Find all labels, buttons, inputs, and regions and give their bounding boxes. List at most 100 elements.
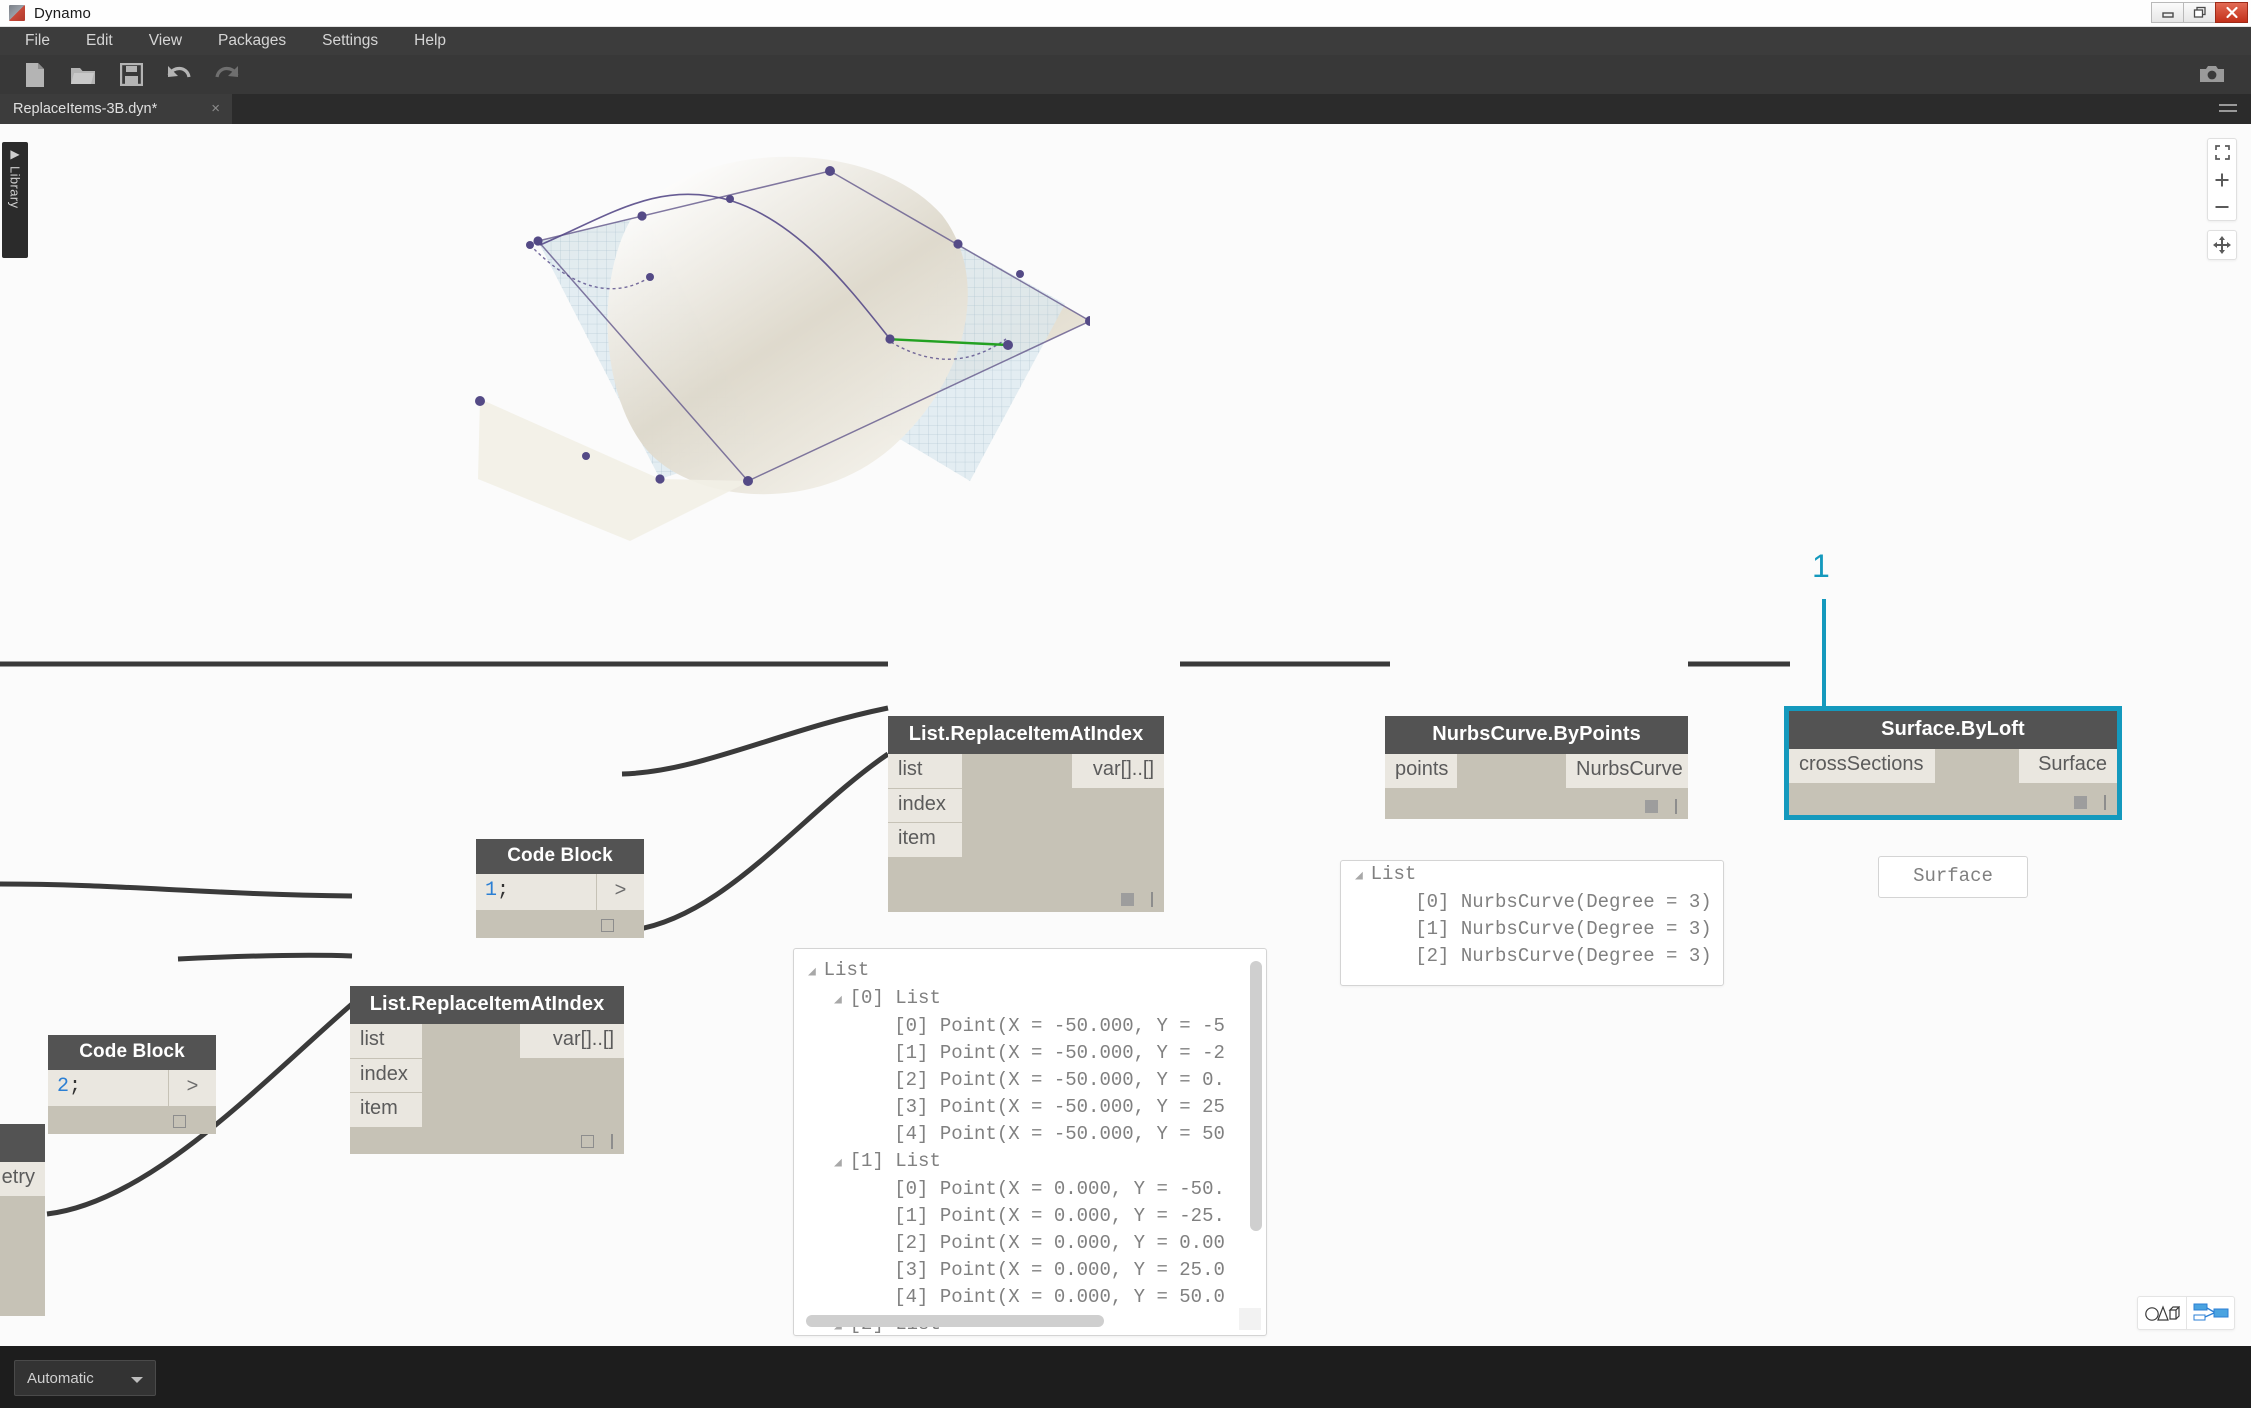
preview-line: ◢ [1] List bbox=[794, 1148, 1266, 1176]
input-port-list[interactable]: list bbox=[350, 1024, 422, 1059]
open-folder-icon[interactable] bbox=[68, 60, 98, 90]
preview-line: ◢ [0] List bbox=[794, 985, 1266, 1013]
menu-bar: File Edit View Packages Settings Help bbox=[0, 27, 2251, 55]
code-semicolon: ; bbox=[69, 1075, 82, 1098]
preview-line-text: List bbox=[1370, 863, 1417, 885]
preview-line: [2] Point(X = -50.000, Y = 0. bbox=[794, 1067, 1266, 1094]
node-code-block-1[interactable]: Code Block 1; > bbox=[476, 839, 644, 938]
preview-line-text: [0] NurbsCurve(Degree = 3) bbox=[1415, 891, 1712, 913]
menu-view[interactable]: View bbox=[136, 29, 195, 53]
input-port-index[interactable]: index bbox=[888, 788, 962, 824]
node-header: NurbsCurve.ByPoints bbox=[1385, 716, 1688, 754]
resize-handle-icon[interactable] bbox=[2104, 794, 2106, 810]
preview-line: [1] Point(X = 0.000, Y = -25. bbox=[794, 1203, 1266, 1230]
code-literal: 1 bbox=[485, 879, 498, 902]
preview-line-text: [4] Point(X = -50.000, Y = 50 bbox=[894, 1123, 1225, 1145]
node-surface-byloft[interactable]: Surface.ByLoft crossSections Surface bbox=[1784, 706, 2122, 820]
main-toolbar bbox=[0, 55, 2251, 94]
dynamo-logo-icon bbox=[9, 5, 25, 21]
node-footer bbox=[476, 910, 644, 938]
preview-line-text: [4] Point(X = 0.000, Y = 50.0 bbox=[894, 1286, 1225, 1308]
output-port-var[interactable]: var[]..[] bbox=[520, 1024, 624, 1059]
node-list-replace-item-at-index-top[interactable]: List.ReplaceItemAtIndex list index item … bbox=[888, 716, 1164, 912]
output-port-0[interactable]: > bbox=[168, 1070, 216, 1106]
resize-handle-icon[interactable] bbox=[1675, 798, 1677, 814]
tab-label: ReplaceItems-3B.dyn* bbox=[13, 101, 158, 117]
input-port-crosssections[interactable]: crossSections bbox=[1789, 749, 1935, 783]
minimize-button[interactable] bbox=[2151, 2, 2184, 23]
node-footer bbox=[350, 1128, 624, 1154]
output-port-geometry[interactable]: etry bbox=[0, 1162, 45, 1196]
node-footer bbox=[48, 1106, 216, 1134]
node-nurbscurve-bypoints[interactable]: NurbsCurve.ByPoints points NurbsCurve bbox=[1385, 716, 1688, 819]
collapse-triangle-icon[interactable]: ◢ bbox=[808, 964, 824, 979]
run-mode-dropdown[interactable]: Automatic bbox=[14, 1360, 156, 1396]
close-button[interactable] bbox=[2215, 2, 2248, 23]
node-header bbox=[0, 1124, 45, 1162]
output-port-surface[interactable]: Surface bbox=[2019, 749, 2117, 783]
preview-line-text: [1] Point(X = -50.000, Y = -2 bbox=[894, 1042, 1225, 1064]
graph-canvas[interactable]: ▶ Library etry Code Block 2; > List.Repl… bbox=[0, 124, 2251, 1346]
undo-icon[interactable] bbox=[164, 60, 194, 90]
menu-packages[interactable]: Packages bbox=[205, 29, 299, 53]
preview-toggle-icon[interactable] bbox=[2074, 795, 2087, 809]
menu-settings[interactable]: Settings bbox=[309, 29, 391, 53]
node-body: list index item var[]..[] bbox=[350, 1024, 624, 1154]
title-bar: Dynamo bbox=[0, 0, 2251, 27]
camera-icon[interactable] bbox=[2197, 60, 2227, 88]
preview-toggle-icon[interactable] bbox=[1121, 892, 1134, 906]
document-tab[interactable]: ReplaceItems-3B.dyn* × bbox=[0, 94, 232, 124]
preview-line: [4] Point(X = -50.000, Y = 50 bbox=[794, 1121, 1266, 1148]
resize-handle-icon[interactable] bbox=[611, 1133, 613, 1149]
node-header: Code Block bbox=[48, 1035, 216, 1070]
hamburger-menu-icon[interactable] bbox=[2219, 104, 2237, 116]
node-footer bbox=[1789, 783, 2117, 815]
code-block-editor[interactable]: 1; bbox=[476, 874, 596, 910]
preview-line-text: [2] Point(X = 0.000, Y = 0.00 bbox=[894, 1232, 1225, 1254]
preview-toggle-icon[interactable] bbox=[173, 1115, 186, 1128]
collapse-triangle-icon[interactable]: ◢ bbox=[834, 1155, 850, 1170]
preview-line-text: [1] NurbsCurve(Degree = 3) bbox=[1415, 918, 1712, 940]
preview-line-text: List bbox=[823, 959, 870, 981]
output-port-nurbscurve[interactable]: NurbsCurve bbox=[1566, 754, 1688, 788]
output-port-var[interactable]: var[]..[] bbox=[1072, 754, 1164, 789]
node-partial-geometry[interactable]: etry bbox=[0, 1124, 45, 1316]
preview-line-text: [1] Point(X = 0.000, Y = -25. bbox=[894, 1205, 1225, 1227]
menu-help[interactable]: Help bbox=[401, 29, 459, 53]
window-controls bbox=[2151, 2, 2248, 23]
code-block-editor[interactable]: 2; bbox=[48, 1070, 168, 1106]
surface-value-preview: Surface bbox=[1878, 856, 2028, 898]
preview-toggle-icon[interactable] bbox=[581, 1134, 594, 1148]
preview-line: [0] Point(X = -50.000, Y = -5 bbox=[794, 1013, 1266, 1040]
node-header: Surface.ByLoft bbox=[1789, 711, 2117, 749]
node-header: Code Block bbox=[476, 839, 644, 874]
output-port-0[interactable]: > bbox=[596, 874, 644, 910]
resize-handle-icon[interactable] bbox=[1151, 891, 1153, 907]
preview-line: [2] Point(X = 0.000, Y = 0.00 bbox=[794, 1230, 1266, 1257]
preview-line-text: [0] List bbox=[849, 987, 941, 1009]
close-icon[interactable]: × bbox=[211, 101, 220, 116]
preview-line: ◢ List bbox=[794, 957, 1266, 985]
input-port-item[interactable]: item bbox=[350, 1093, 422, 1128]
new-file-icon[interactable] bbox=[20, 60, 50, 90]
run-mode-label: Automatic bbox=[27, 1369, 94, 1387]
collapse-triangle-icon[interactable]: ◢ bbox=[834, 992, 850, 1007]
preview-line: [3] Point(X = -50.000, Y = 25 bbox=[794, 1094, 1266, 1121]
preview-toggle-icon[interactable] bbox=[1645, 799, 1658, 813]
node-code-block-2[interactable]: Code Block 2; > bbox=[48, 1035, 216, 1134]
redo-icon[interactable] bbox=[212, 60, 242, 90]
node-list-replace-item-at-index-bottom[interactable]: List.ReplaceItemAtIndex list index item … bbox=[350, 986, 624, 1154]
input-port-list[interactable]: list bbox=[888, 754, 962, 789]
input-port-item[interactable]: item bbox=[888, 823, 962, 858]
vertical-scrollbar[interactable] bbox=[1250, 961, 1262, 1231]
save-icon[interactable] bbox=[116, 60, 146, 90]
collapse-triangle-icon[interactable]: ◢ bbox=[1355, 868, 1371, 883]
restore-button[interactable] bbox=[2183, 2, 2216, 23]
input-port-points[interactable]: points bbox=[1385, 754, 1457, 788]
menu-file[interactable]: File bbox=[12, 29, 63, 53]
menu-edit[interactable]: Edit bbox=[73, 29, 126, 53]
input-port-index[interactable]: index bbox=[350, 1058, 422, 1094]
preview-toggle-icon[interactable] bbox=[601, 919, 614, 932]
preview-line: [4] Point(X = 0.000, Y = 50.0 bbox=[794, 1284, 1266, 1311]
horizontal-scrollbar[interactable] bbox=[806, 1315, 1104, 1327]
